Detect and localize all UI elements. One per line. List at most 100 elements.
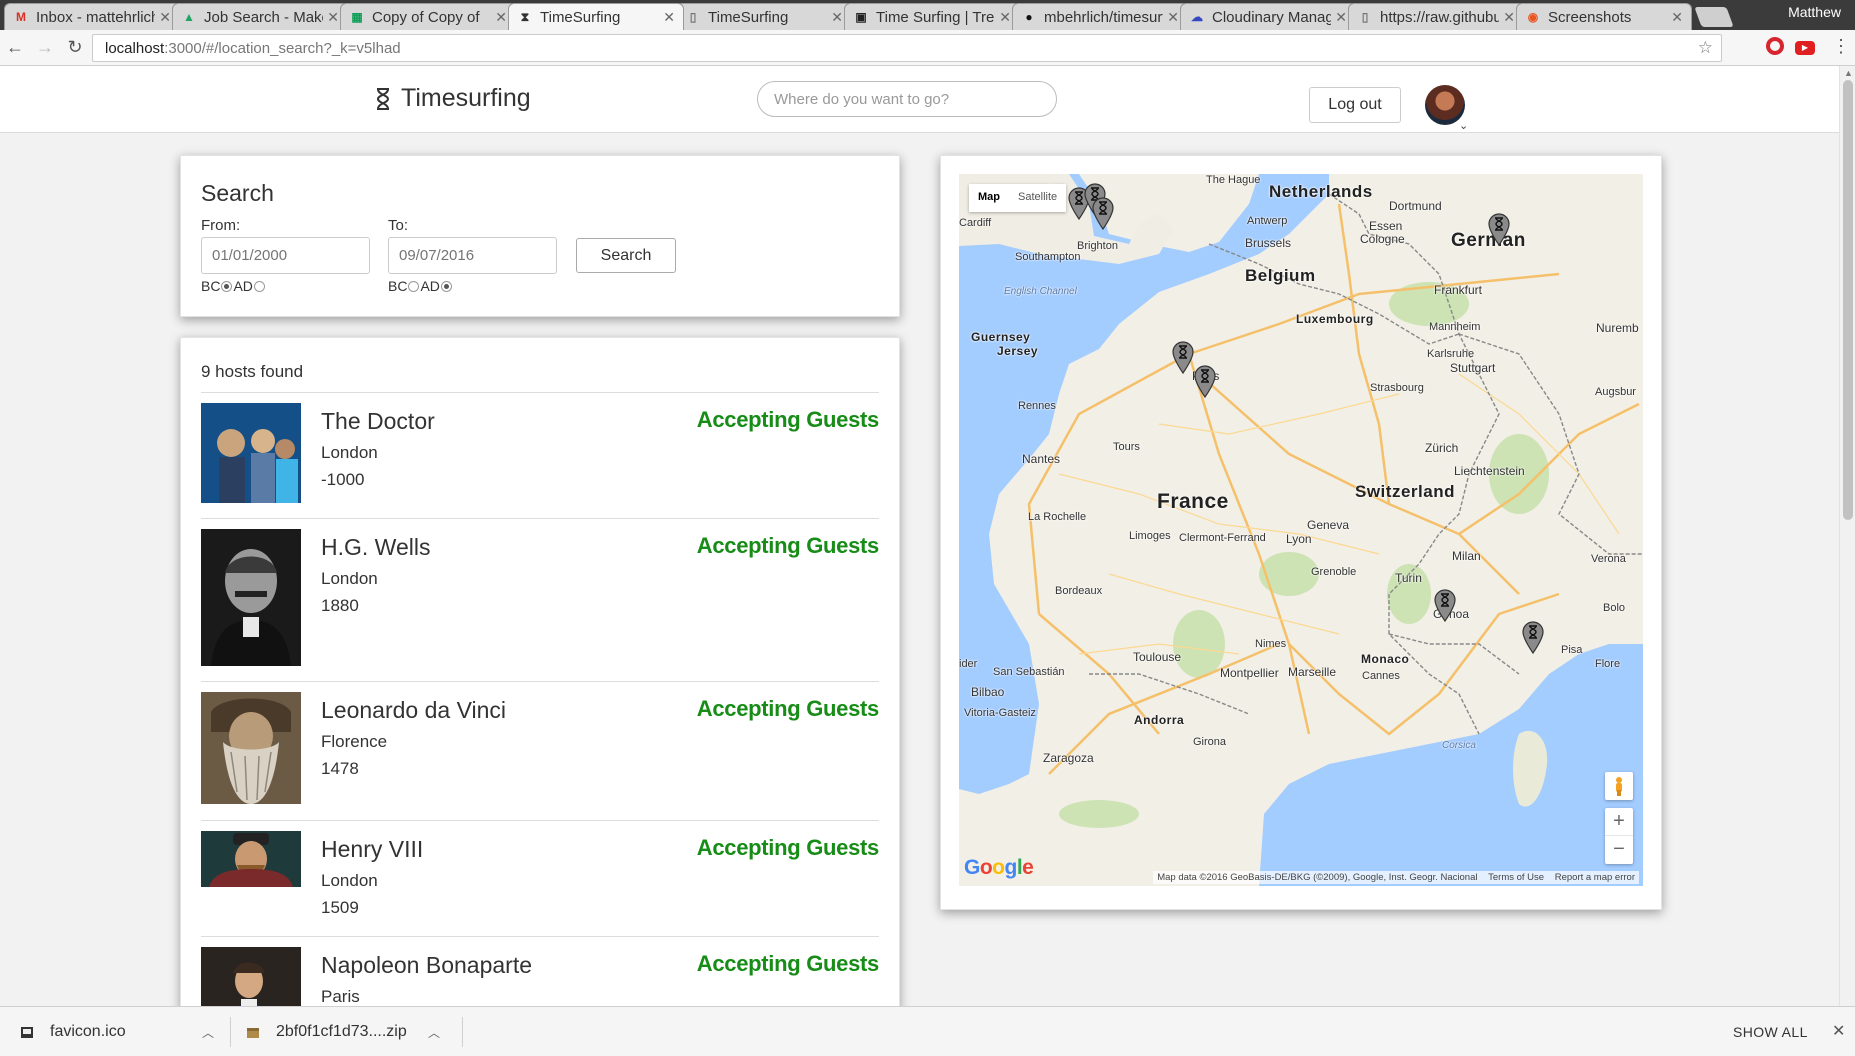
map-marker-icon[interactable] [1433,588,1457,622]
map-label-pisa: Pisa [1561,644,1583,656]
scroll-up-icon[interactable]: ▲ [1844,68,1853,78]
host-status: Accepting Guests [696,951,880,976]
tab-close-icon[interactable]: ✕ [1503,9,1515,26]
host-name[interactable]: H.G. Wells [321,534,430,561]
browser-tab[interactable]: M Inbox - mattehrlich ✕ [4,3,180,30]
browser-tab[interactable]: ▦ Copy of Copy of ✕ [340,3,516,30]
map-marker-icon[interactable] [1487,212,1511,246]
browser-tab[interactable]: ◉ Screenshots ✕ [1516,3,1692,30]
tab-close-icon[interactable]: ✕ [663,9,675,26]
location-search-input[interactable] [757,81,1057,117]
map-label-cannes: Cannes [1362,670,1400,682]
back-icon[interactable]: ← [0,37,30,58]
browser-tab[interactable]: ⧗ TimeSurfing ✕ [508,3,684,30]
browser-tab[interactable]: ▣ Time Surfing | Trello✕ [844,3,1020,30]
host-list-item[interactable]: Leonardo da Vinci Florence 1478 Acceptin… [201,682,879,821]
chevron-down-icon[interactable]: ⌄ [1459,119,1468,132]
reload-icon[interactable]: ↻ [60,37,90,58]
zoom-in-button[interactable]: + [1605,808,1633,836]
browser-tab[interactable]: ▯ https://raw.githubusercontent✕ [1348,3,1524,30]
browser-tab[interactable]: ▲ Job Search - Maker ✕ [172,3,348,30]
chevron-up-icon[interactable]: ︿ [202,1024,214,1041]
browser-tab[interactable]: ☁ Cloudinary Management✕ [1180,3,1356,30]
bookmark-star-icon[interactable]: ☆ [1698,38,1713,58]
tab-close-icon[interactable]: ✕ [495,9,507,26]
map-label-jersey: Jersey [997,344,1039,358]
browser-tab-strip: M Inbox - mattehrlich ✕ ▲ Job Search - Maker… [0,0,1855,30]
archive-icon [247,1027,259,1038]
hourglass-logo-icon [376,87,390,110]
host-list-item[interactable]: Henry VIII London 1509 Accepting Guests [201,821,879,937]
page-icon: ▯ [1361,10,1369,24]
download-shelf: favicon.ico ︿ 2bf0f1cf1d73....zip ︿ SHOW… [0,1006,1855,1056]
bc-label: BC [201,278,221,294]
map-type-map-button[interactable]: Map [969,184,1009,212]
to-date-input[interactable] [388,237,557,274]
brand[interactable]: Timesurfing [375,84,531,113]
tab-close-icon[interactable]: ✕ [999,9,1011,26]
host-photo[interactable] [201,529,301,666]
host-city: London [321,443,378,462]
scrollbar-thumb[interactable] [1843,80,1853,520]
download-item[interactable]: favicon.ico ︿ [20,1007,220,1056]
from-date-input[interactable] [201,237,370,274]
download-divider [230,1017,231,1047]
logout-button[interactable]: Log out [1309,87,1401,123]
map-marker-icon[interactable] [1171,340,1195,374]
browser-menu-icon[interactable]: ⋮ [1832,36,1850,57]
host-name[interactable]: The Doctor [321,408,435,435]
search-button[interactable]: Search [576,238,676,273]
tab-close-icon[interactable]: ✕ [327,9,339,26]
page-scrollbar[interactable]: ▲ [1839,66,1855,1006]
tab-close-icon[interactable]: ✕ [1671,9,1683,26]
map-label-girona: Girona [1193,736,1227,748]
to-bc-radio[interactable] [408,280,420,292]
address-bar[interactable]: localhost:3000/#/location_search?_k=v5lh… [92,34,1722,62]
host-name[interactable]: Henry VIII [321,836,423,863]
download-filename: 2bf0f1cf1d73....zip [276,1023,407,1040]
browser-tab-label: Copy of Copy of [372,8,480,26]
download-item[interactable]: 2bf0f1cf1d73....zip ︿ [246,1007,456,1056]
to-ad-radio[interactable] [440,280,452,292]
chevron-up-icon[interactable]: ︿ [428,1024,440,1041]
host-name[interactable]: Napoleon Bonaparte [321,952,532,979]
map-marker-icon[interactable] [1521,620,1545,654]
youtube-extension-icon[interactable]: ▶ [1795,41,1815,55]
tab-close-icon[interactable]: ✕ [159,9,171,26]
host-photo[interactable] [201,692,301,804]
map-label-la-rochelle: La Rochelle [1028,511,1087,523]
host-name[interactable]: Leonardo da Vinci [321,697,506,724]
opera-extension-icon[interactable] [1766,37,1784,55]
browser-tab[interactable]: ● mbehrlich/timesurfing✕ [1012,3,1188,30]
map-label-san-sebastian: San Sebastián [993,666,1065,678]
host-photo[interactable] [201,947,301,1012]
close-icon[interactable]: ✕ [1832,1021,1845,1041]
from-ad-radio[interactable] [253,280,265,292]
host-list-item[interactable]: Napoleon Bonaparte Paris Accepting Guest… [201,937,880,1012]
map-marker-icon[interactable] [1193,364,1217,398]
forward-icon[interactable]: → [30,37,60,58]
show-all-downloads-button[interactable]: SHOW ALL [1733,1024,1808,1040]
host-photo[interactable] [201,831,301,887]
google-logo[interactable]: Google [964,856,1034,880]
google-map[interactable]: Netherlands The Hague Belgium German France S… [959,174,1643,886]
tab-close-icon[interactable]: ✕ [1335,9,1347,26]
host-list-item[interactable]: The Doctor London -1000 Accepting Guests [201,393,879,519]
terms-link[interactable]: Terms of Use [1488,872,1544,883]
pegman-icon[interactable] [1605,772,1633,800]
tab-close-icon[interactable]: ✕ [831,9,843,26]
zoom-out-button[interactable]: − [1605,836,1633,864]
host-photo[interactable] [201,403,301,503]
map-label-bologna: Bolo [1603,602,1626,614]
profile-name[interactable]: Matthew [1788,4,1841,20]
tab-close-icon[interactable]: ✕ [1167,9,1179,26]
map-type-satellite-button[interactable]: Satellite [1009,184,1066,212]
map-label-the-hague: The Hague [1206,174,1261,186]
host-list-item[interactable]: H.G. Wells London 1880 Accepting Guests [201,519,879,682]
new-tab-button[interactable] [1694,7,1734,27]
from-bc-radio[interactable] [221,280,233,292]
browser-tab[interactable]: ▯ TimeSurfing ✕ [676,3,852,30]
report-map-error-link[interactable]: Report a map error [1555,872,1635,883]
map-marker-icon[interactable] [1091,196,1115,230]
map-label-florence: Flore [1595,658,1621,670]
